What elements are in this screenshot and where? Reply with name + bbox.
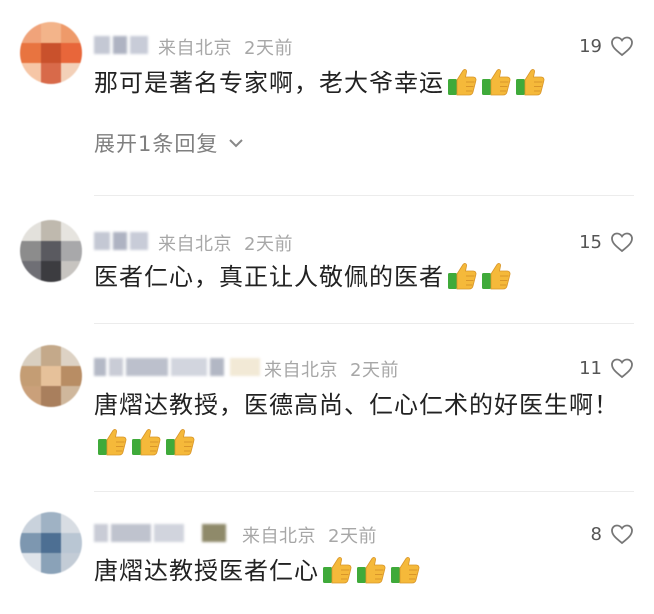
time-label: 2天前 [244,234,293,255]
like-count: 8 [590,523,602,545]
time-label: 2天前 [328,526,377,547]
location-label: 来自北京 [158,234,232,255]
comment-body: 唐熠达教授，医德高尚、仁心仁术的好医生啊！ [94,391,619,419]
chevron-down-icon [229,139,244,148]
avatar[interactable] [20,220,82,282]
thumbs-up-emojis [446,261,512,291]
comment-text: 医者仁心，真正让人敬佩的医者 [94,258,634,296]
expand-replies-button[interactable]: 展开1条回复 [94,128,244,158]
thumbs-up-emojis [96,427,196,457]
thumbs-up-icon [321,555,353,585]
username[interactable] [94,232,148,250]
comment-text: 唐熠达教授医者仁心 [94,552,634,590]
heart-icon[interactable] [610,523,634,545]
time-label: 2天前 [350,360,399,381]
heart-icon[interactable] [610,231,634,253]
thumbs-up-icon [96,427,128,457]
avatar[interactable] [20,345,82,407]
thumbs-up-emojis [321,555,421,585]
thumbs-up-icon [446,67,478,97]
thumbs-up-icon [355,555,387,585]
like-count: 19 [579,35,602,57]
like-control[interactable]: 15 [579,231,634,253]
location-label: 来自北京 [264,360,338,381]
time-label: 2天前 [244,38,293,59]
location-label: 来自北京 [158,38,232,59]
username[interactable] [94,524,184,542]
user-badge [230,358,260,376]
like-count: 15 [579,231,602,253]
comment-text: 唐熠达教授，医德高尚、仁心仁术的好医生啊！ [94,386,624,462]
comment-meta: 来自北京 2天前 [158,230,293,256]
thumbs-up-icon [389,555,421,585]
thumbs-up-icon [480,67,512,97]
thumbs-up-icon [446,261,478,291]
comment-body: 唐熠达教授医者仁心 [94,557,319,585]
thumbs-up-icon [514,67,546,97]
username[interactable] [94,358,224,376]
comment-meta: 来自北京 2天前 [158,34,293,60]
comment-meta: 来自北京 2天前 [264,356,399,382]
user-badge [202,524,226,542]
heart-icon[interactable] [610,35,634,57]
expand-replies-label: 展开1条回复 [94,132,219,156]
divider [94,195,634,196]
comment-body: 那可是著名专家啊，老大爷幸运 [94,69,444,97]
divider [94,491,634,492]
like-control[interactable]: 11 [579,357,634,379]
thumbs-up-icon [164,427,196,457]
location-label: 来自北京 [242,526,316,547]
like-control[interactable]: 19 [579,35,634,57]
avatar[interactable] [20,512,82,574]
username[interactable] [94,36,148,54]
comment-body: 医者仁心，真正让人敬佩的医者 [94,263,444,291]
divider [94,323,634,324]
comment-meta: 来自北京 2天前 [242,522,377,548]
thumbs-up-icon [480,261,512,291]
avatar[interactable] [20,22,82,84]
thumbs-up-icon [130,427,162,457]
like-count: 11 [579,357,602,379]
thumbs-up-emojis [446,67,546,97]
comment-text: 那可是著名专家啊，老大爷幸运 [94,64,634,102]
heart-icon[interactable] [610,357,634,379]
like-control[interactable]: 8 [591,523,634,545]
